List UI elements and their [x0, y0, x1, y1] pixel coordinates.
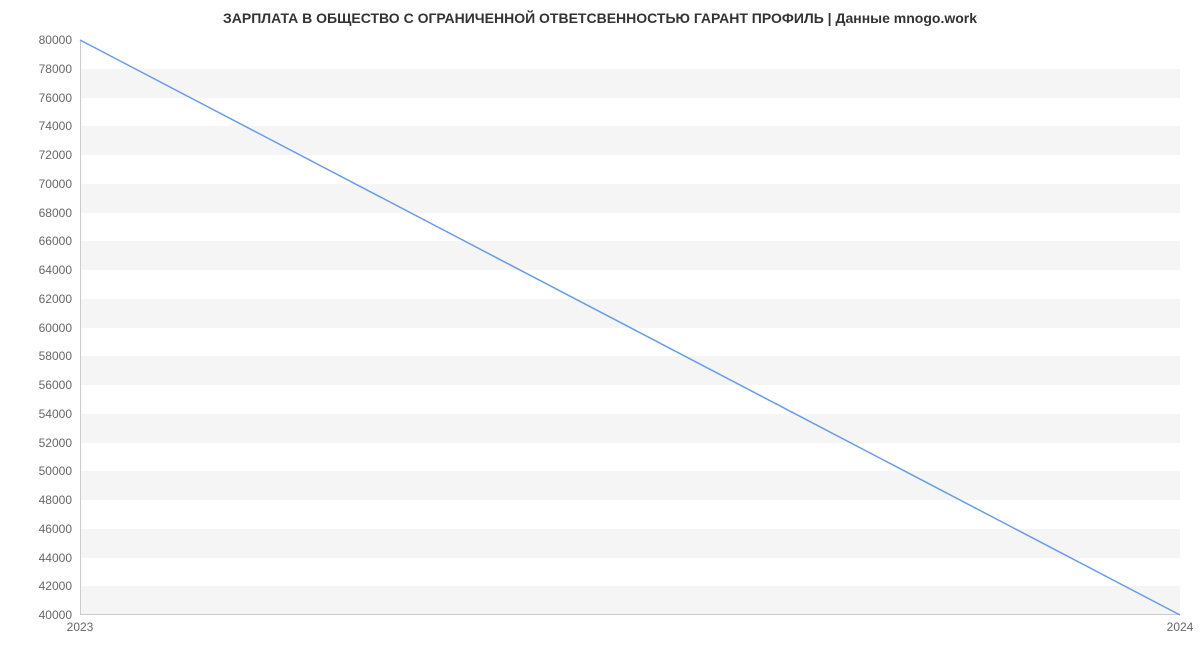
chart-title: ЗАРПЛАТА В ОБЩЕСТВО С ОГРАНИЧЕННОЙ ОТВЕТ…	[0, 0, 1200, 36]
y-tick-label: 70000	[39, 177, 72, 191]
y-tick-label: 80000	[39, 33, 72, 47]
y-tick-label: 62000	[39, 292, 72, 306]
line-plot	[80, 40, 1180, 615]
y-tick-label: 42000	[39, 579, 72, 593]
chart-container: ЗАРПЛАТА В ОБЩЕСТВО С ОГРАНИЧЕННОЙ ОТВЕТ…	[0, 0, 1200, 650]
y-tick-label: 76000	[39, 91, 72, 105]
y-tick-label: 46000	[39, 522, 72, 536]
y-tick-label: 44000	[39, 551, 72, 565]
y-tick-label: 56000	[39, 378, 72, 392]
y-tick-label: 58000	[39, 349, 72, 363]
y-tick-label: 72000	[39, 148, 72, 162]
y-tick-label: 54000	[39, 407, 72, 421]
y-tick-label: 78000	[39, 62, 72, 76]
y-tick-label: 68000	[39, 206, 72, 220]
y-tick-label: 64000	[39, 263, 72, 277]
y-tick-label: 52000	[39, 436, 72, 450]
plot-area: 4000042000440004600048000500005200054000…	[80, 40, 1180, 615]
y-tick-label: 66000	[39, 234, 72, 248]
y-tick-label: 50000	[39, 464, 72, 478]
y-tick-label: 48000	[39, 493, 72, 507]
y-tick-label: 74000	[39, 119, 72, 133]
x-tick-label: 2024	[1167, 620, 1194, 634]
x-tick-label: 2023	[67, 620, 94, 634]
y-tick-label: 60000	[39, 321, 72, 335]
